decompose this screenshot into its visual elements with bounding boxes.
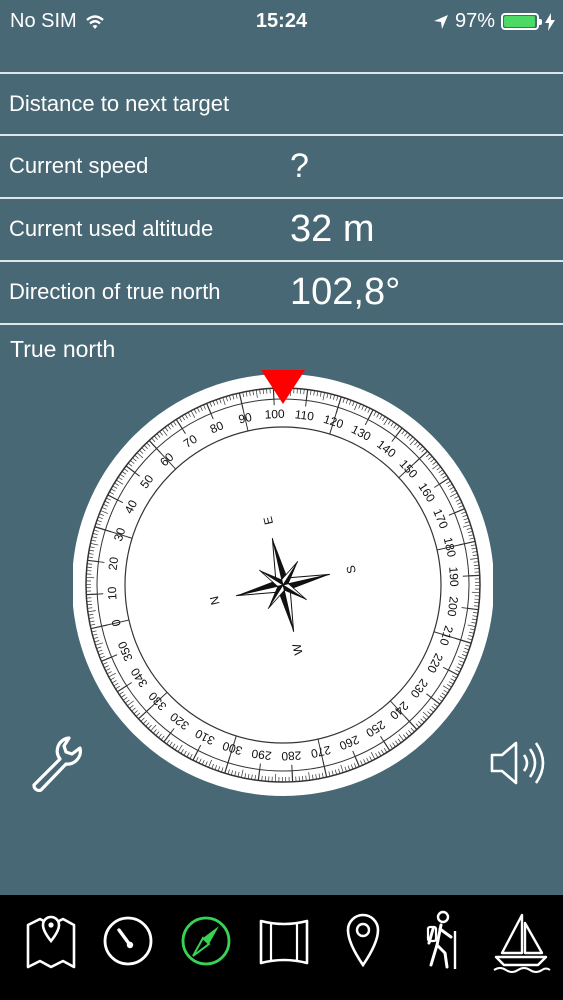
tab-panorama[interactable] — [253, 903, 315, 975]
dial-degree-label: 110 — [294, 407, 315, 423]
true-north-direction-value: 102,8° — [290, 271, 401, 313]
tab-hiking[interactable] — [411, 903, 473, 975]
compass-icon — [181, 916, 231, 966]
dial-degree-label: 290 — [250, 746, 272, 762]
dial-degree-label: 10 — [105, 586, 120, 600]
altitude-value: 32 m — [290, 208, 375, 250]
tab-speed[interactable] — [97, 903, 159, 975]
speed-row: Current speed ? — [0, 134, 563, 196]
tab-bar — [0, 895, 563, 1000]
altitude-label: Current used altitude — [9, 216, 214, 241]
dial-degree-label: 100 — [264, 407, 285, 422]
location-pin-icon — [346, 913, 380, 968]
wrench-icon[interactable] — [22, 730, 84, 792]
map-icon — [26, 915, 76, 969]
dial-degree-label: 280 — [281, 748, 302, 763]
location-arrow-icon — [433, 14, 448, 29]
true-north-row: Direction of true north 102,8° — [0, 260, 563, 325]
hiker-icon — [426, 910, 457, 969]
status-bar: No SIM 15:24 97% — [0, 0, 563, 44]
speed-value: ? — [290, 147, 309, 185]
distance-label: Distance to next target — [9, 91, 230, 116]
charging-bolt-icon — [545, 12, 555, 31]
dial-tick — [86, 593, 98, 596]
battery-percent: 97% — [454, 10, 495, 32]
speaker-icon[interactable] — [488, 735, 550, 791]
tab-location[interactable] — [332, 903, 394, 975]
tab-sailing[interactable] — [490, 903, 552, 975]
dial-degree-label: 20 — [106, 556, 122, 571]
distance-row: Distance to next target — [0, 72, 563, 134]
compass-dial: 0102030405060708090 100 110 120130140150160… — [73, 370, 493, 796]
tab-map[interactable] — [20, 903, 82, 975]
dial-tick — [272, 388, 275, 400]
sailboat-icon — [493, 913, 551, 973]
altitude-row: Current used altitude 32 m — [0, 197, 563, 259]
true-north-direction-label: Direction of true north — [9, 279, 221, 304]
dial-tick — [291, 770, 294, 782]
battery-icon — [501, 13, 542, 30]
tab-compass[interactable] — [175, 903, 237, 975]
dial-degree-label: 190 — [446, 566, 461, 587]
speedometer-icon — [103, 916, 153, 966]
dial-degree-label: 200 — [444, 596, 460, 618]
speed-label: Current speed — [9, 153, 149, 178]
dial-tick — [468, 574, 480, 577]
panorama-icon — [259, 919, 309, 965]
